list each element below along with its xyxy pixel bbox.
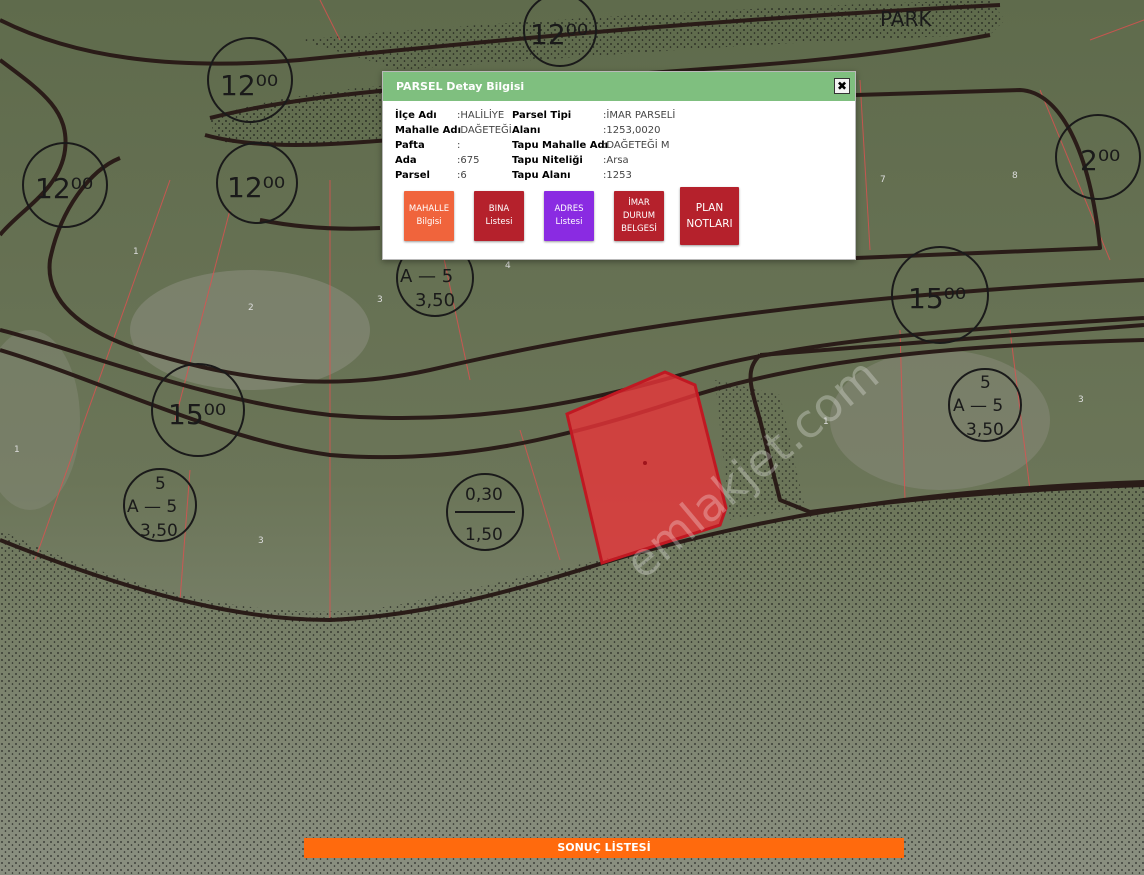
zoning-certificate-button[interactable]: İMAR DURUM BELGESİ: [614, 191, 664, 241]
svg-text:4: 4: [505, 261, 511, 271]
selected-parcel-centroid: [643, 461, 647, 465]
zone-label: 12⁰⁰: [35, 172, 93, 205]
close-button[interactable]: ✖: [834, 78, 850, 94]
svg-text:3: 3: [377, 295, 383, 305]
panel-header: PARSEL Detay Bilgisi ✖: [383, 72, 855, 101]
zone-code-top: 5: [980, 373, 991, 393]
info-row: Pafta:: [395, 140, 461, 151]
svg-text:3: 3: [1078, 395, 1084, 405]
info-column-right: Parsel Tipi:İMAR PARSELİ Alanı:1253,0020…: [512, 108, 675, 183]
svg-text:1: 1: [14, 445, 20, 455]
info-row: Mahalle Adı:DAĞETEĞİ: [395, 125, 512, 136]
result-list-button[interactable]: SONUÇ LİSTESİ: [304, 838, 904, 858]
zone-label: 12⁰⁰: [220, 69, 278, 102]
info-row: Parsel Tipi:İMAR PARSELİ: [512, 110, 676, 121]
panel-title: PARSEL Detay Bilgisi: [396, 80, 525, 93]
info-column-left: İlçe Adı:HALİLİYE Mahalle Adı:DAĞETEĞİ P…: [395, 108, 512, 183]
ratio-bottom: 1,50: [465, 525, 503, 545]
info-row: Tapu Alanı:1253: [512, 170, 632, 181]
zone-code-sub: 3,50: [140, 521, 178, 541]
close-icon: ✖: [836, 79, 848, 93]
terrain-patch: [130, 270, 370, 390]
info-row: İlçe Adı:HALİLİYE: [395, 110, 505, 121]
zone-code-top: 5: [155, 474, 166, 494]
address-list-button[interactable]: ADRES Listesi: [544, 191, 594, 241]
svg-text:7: 7: [880, 175, 886, 185]
zone-code-sub: 3,50: [415, 290, 455, 311]
park-label: PARK: [880, 7, 932, 31]
zone-code-sub: 3,50: [966, 420, 1004, 440]
parcel-detail-panel: PARSEL Detay Bilgisi ✖ İlçe Adı:HALİLİYE…: [382, 71, 856, 260]
zone-label: 12⁰⁰: [530, 18, 588, 51]
zone-label: 15⁰⁰: [908, 282, 966, 315]
zone-label: 15⁰⁰: [168, 398, 226, 431]
mahalle-info-button[interactable]: MAHALLE Bilgisi: [404, 191, 454, 241]
ratio-top: 0,30: [465, 485, 503, 505]
building-list-button[interactable]: BINA Listesi: [474, 191, 524, 241]
svg-text:3: 3: [258, 536, 264, 546]
zone-label: 12⁰⁰: [227, 171, 285, 204]
info-row: Parsel:6: [395, 170, 467, 181]
info-row: Ada:675: [395, 155, 480, 166]
zone-label: 2⁰⁰: [1080, 144, 1120, 177]
svg-text:8: 8: [1012, 171, 1018, 181]
plan-notes-button[interactable]: PLAN NOTLARI: [680, 187, 739, 245]
info-row: Alanı:1253,0020: [512, 125, 661, 136]
svg-text:2: 2: [248, 303, 254, 313]
svg-text:1: 1: [133, 247, 139, 257]
info-row: Tapu Mahalle Adı:DAĞETEĞİ M: [512, 140, 670, 151]
zone-code: A — 5: [953, 396, 1003, 416]
zone-code: A — 5: [400, 266, 453, 287]
info-row: Tapu Niteliği:Arsa: [512, 155, 629, 166]
zone-code: A — 5: [127, 497, 177, 517]
